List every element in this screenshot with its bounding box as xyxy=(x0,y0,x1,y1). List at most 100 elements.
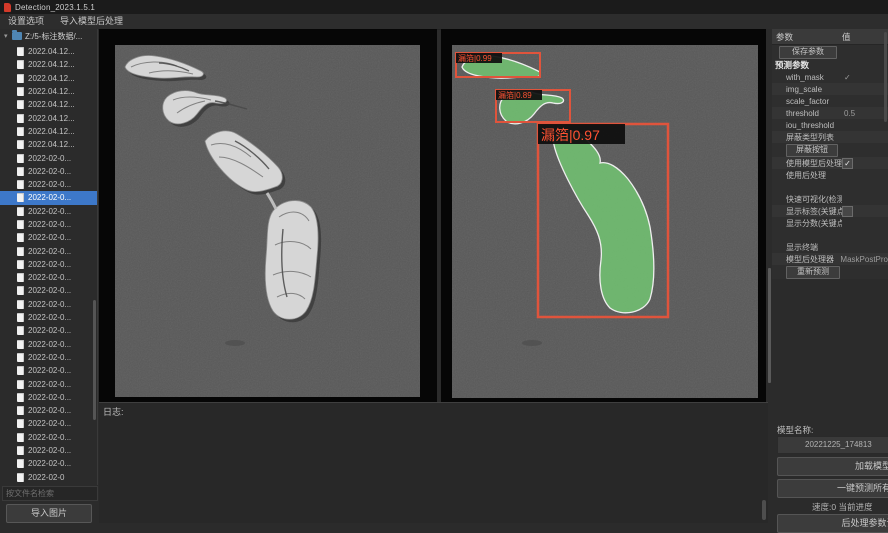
file-icon xyxy=(17,393,24,402)
tree-item[interactable]: 2022.04.12... xyxy=(0,138,97,151)
postprocess-params-button[interactable]: 后处理参数设置 xyxy=(777,514,888,533)
tree-root[interactable]: ▾ Z:/5-标注数据/... xyxy=(0,29,97,43)
tree-item-label: 2022-02-0... xyxy=(28,406,71,415)
file-icon xyxy=(17,167,24,176)
tree-item-label: 2022.04.12... xyxy=(28,140,75,149)
import-image-button[interactable]: 导入图片 xyxy=(6,504,92,523)
tree-item[interactable]: 2022-02-0... xyxy=(0,351,97,364)
tree-item[interactable]: 2022-02-0... xyxy=(0,338,97,351)
tree-item-label: 2022-02-0... xyxy=(28,366,71,375)
tree-item[interactable]: 2022-02-0... xyxy=(0,271,97,284)
threshold-value[interactable]: 0.5 xyxy=(842,109,855,118)
file-icon xyxy=(17,273,24,282)
tree-item[interactable]: 2022-02-0... xyxy=(0,311,97,324)
tree-item[interactable]: 2022-02-0... xyxy=(0,205,97,218)
menu-settings[interactable]: 设置选项 xyxy=(0,14,52,29)
param-with-mask: with_mask xyxy=(772,73,842,82)
param-threshold: threshold xyxy=(772,109,842,118)
file-icon xyxy=(17,60,24,69)
search-input[interactable] xyxy=(2,486,98,501)
splitter-scrollbar-thumb[interactable] xyxy=(768,268,771,383)
tree-item[interactable]: 2022-02-0... xyxy=(0,191,97,204)
tree-item[interactable]: 2022-02-0... xyxy=(0,417,97,430)
param-use-model-postprocess: 使用模型后处理 xyxy=(772,158,842,169)
tree-item[interactable]: 2022-02-0... xyxy=(0,165,97,178)
tree-item[interactable]: 2022.04.12... xyxy=(0,125,97,138)
tree-item[interactable]: 2022-02-0... xyxy=(0,244,97,257)
tree-item-label: 2022-02-0... xyxy=(28,459,71,468)
tree-item[interactable]: 2022-02-0... xyxy=(0,404,97,417)
param-scale-factor: scale_factor xyxy=(772,97,842,106)
tree-item[interactable]: 2022-02-0... xyxy=(0,364,97,377)
with-mask-check[interactable]: ✓ xyxy=(842,73,851,82)
file-icon xyxy=(17,127,24,136)
tree-item[interactable]: 2022.04.12... xyxy=(0,72,97,85)
file-icon xyxy=(17,326,24,335)
prediction-viewer[interactable]: 漏箔|0.99 漏箔|0.89 漏箔|0.97 xyxy=(441,29,768,402)
tree-item[interactable]: 2022.04.12... xyxy=(0,85,97,98)
log-panel[interactable]: 日志: xyxy=(99,402,768,523)
tree-item[interactable]: 2022-02-0... xyxy=(0,431,97,444)
raw-image-viewer[interactable] xyxy=(99,29,437,402)
tree-item-label: 2022.04.12... xyxy=(28,47,75,56)
tree-item-label: 2022-02-0... xyxy=(28,273,71,282)
model-postprocessor-value[interactable]: MaskPostPro xyxy=(838,255,888,264)
param-mask-type-list: 屏蔽类型列表 xyxy=(772,132,842,143)
window-title: Detection_2023.1.5.1 xyxy=(15,3,95,12)
tree-scrollbar[interactable] xyxy=(93,300,96,420)
use-model-postprocess-checkbox[interactable]: ✓ xyxy=(842,158,853,169)
tree-item[interactable]: 2022.04.12... xyxy=(0,111,97,124)
tree-item[interactable]: 2022-02-0... xyxy=(0,218,97,231)
tree-item[interactable]: 2022.04.12... xyxy=(0,98,97,111)
file-icon xyxy=(17,220,24,229)
tree-item-label: 2022.04.12... xyxy=(28,60,75,69)
tree-item[interactable]: 2022-02-0... xyxy=(0,324,97,337)
tree-item-label: 2022-02-0 xyxy=(28,473,64,482)
mask-button[interactable]: 屏蔽按钮 xyxy=(786,144,838,157)
file-tree-panel: ▾ Z:/5-标注数据/... 2022.04.12... 2022.04.12… xyxy=(0,29,98,485)
tree-item[interactable]: 2022-02-0... xyxy=(0,391,97,404)
tree-item[interactable]: 2022-02-0... xyxy=(0,457,97,470)
tree-item-label: 2022-02-0... xyxy=(28,154,71,163)
predict-all-button[interactable]: 一键预测所有图片 xyxy=(777,479,888,498)
prediction-image: 漏箔|0.99 漏箔|0.89 漏箔|0.97 xyxy=(452,45,758,398)
save-params-button[interactable]: 保存参数 xyxy=(779,46,837,59)
file-icon xyxy=(17,300,24,309)
menu-import-model-postprocess[interactable]: 导入模型后处理 xyxy=(52,14,131,29)
param-show-terminal: 显示终端 xyxy=(772,242,842,253)
model-name-label: 模型名称: xyxy=(777,424,813,436)
section-visualization-params xyxy=(772,181,888,193)
section-other-params xyxy=(772,229,888,241)
tree-item[interactable]: 2022-02-0... xyxy=(0,284,97,297)
tree-item-label: 2022-02-0... xyxy=(28,300,71,309)
load-model-button[interactable]: 加载模型 xyxy=(777,457,888,476)
tree-item-list: 2022.04.12... 2022.04.12... 2022.04.12..… xyxy=(0,45,97,484)
tree-item-label: 2022-02-0... xyxy=(28,380,71,389)
file-icon xyxy=(17,433,24,442)
chevron-down-icon[interactable]: ▾ xyxy=(4,32,12,40)
tree-item[interactable]: 2022-02-0... xyxy=(0,298,97,311)
tree-item-label: 2022-02-0... xyxy=(28,393,71,402)
file-icon xyxy=(17,473,24,482)
tree-item[interactable]: 2022-02-0 xyxy=(0,471,97,484)
tree-item[interactable]: 2022-02-0... xyxy=(0,151,97,164)
folder-icon xyxy=(12,32,22,40)
title-bar: Detection_2023.1.5.1 xyxy=(0,0,888,14)
log-scrollbar[interactable] xyxy=(762,500,766,520)
tree-item[interactable]: 2022-02-0... xyxy=(0,231,97,244)
file-icon xyxy=(17,247,24,256)
show-label-checkbox[interactable] xyxy=(842,206,853,217)
tree-item[interactable]: 2022-02-0... xyxy=(0,444,97,457)
detection-label-2: 漏箔|0.89 xyxy=(498,90,532,100)
tree-item-label: 2022-02-0... xyxy=(28,313,71,322)
param-panel-scrollbar[interactable] xyxy=(884,32,887,122)
tree-item-label: 2022-02-0... xyxy=(28,167,71,176)
tree-item[interactable]: 2022-02-0... xyxy=(0,377,97,390)
param-show-score: 显示分数(关键点) xyxy=(772,218,842,229)
tree-item[interactable]: 2022-02-0... xyxy=(0,178,97,191)
tree-item[interactable]: 2022-02-0... xyxy=(0,258,97,271)
tree-item-label: 2022-02-0... xyxy=(28,233,71,242)
repredict-button[interactable]: 重新预测 xyxy=(786,266,840,279)
tree-item[interactable]: 2022.04.12... xyxy=(0,58,97,71)
tree-item[interactable]: 2022.04.12... xyxy=(0,45,97,58)
